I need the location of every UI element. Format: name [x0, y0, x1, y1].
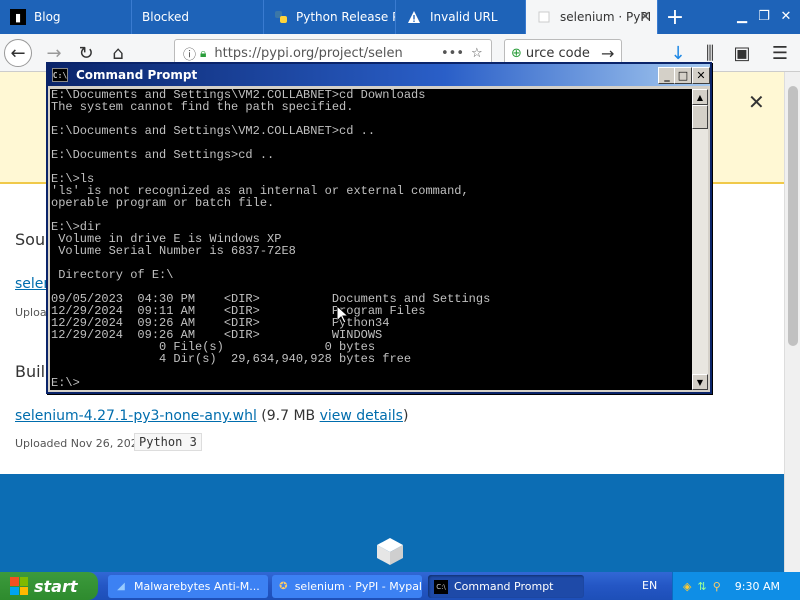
system-tray: ◈ ⇅ ⚲ 9:30 AM — [672, 572, 800, 600]
taskbar: start ◢ Malwarebytes Anti-M... ✪ seleniu… — [0, 572, 800, 600]
clock[interactable]: 9:30 AM — [735, 580, 780, 593]
arrow-left-icon: ← — [10, 42, 26, 64]
section-heading-built: Buil — [15, 362, 46, 381]
windows-logo-icon — [10, 577, 28, 595]
lock-icon: 🔒︎ — [200, 45, 207, 60]
tab-python-release[interactable]: Python Release Py — [264, 0, 396, 34]
new-tab-button[interactable]: + — [663, 2, 687, 32]
url-text: https://pypi.org/project/selen — [214, 45, 403, 61]
close-tab-icon[interactable]: ✕ — [639, 9, 651, 25]
console-scrollbar-thumb[interactable] — [692, 105, 708, 129]
hamburger-menu-icon: ☰ — [771, 42, 789, 64]
tray-shield-icon[interactable]: ◈ — [683, 580, 691, 593]
console-text: E:\Documents and Settings\VM2.COLLABNET>… — [51, 89, 491, 390]
desktop: ▮ Blog Blocked Python Release Py Invalid… — [0, 0, 800, 600]
terminal-icon: ▮ — [10, 9, 26, 25]
bookmark-star-icon[interactable]: ☆ — [471, 46, 483, 61]
restore-window-button[interactable]: ❐ — [754, 6, 774, 26]
search-go-icon[interactable]: → — [601, 44, 614, 63]
wheel-file-row: selenium-4.27.1-py3-none-any.whl (9.7 MB… — [15, 408, 408, 424]
task-label: selenium · PyPI - Mypal — [294, 580, 422, 593]
pypi-logo-icon — [377, 538, 403, 565]
tab-label: Blog — [34, 10, 61, 24]
warning-icon — [406, 9, 422, 25]
arrow-right-icon: → — [46, 42, 62, 64]
start-button[interactable]: start — [0, 572, 98, 600]
console-output[interactable]: E:\Documents and Settings\VM2.COLLABNET>… — [50, 89, 692, 390]
python-version-tag: Python 3 — [134, 433, 202, 451]
page-actions-icon[interactable]: ••• — [441, 46, 464, 61]
cmd-title: Command Prompt — [76, 68, 198, 82]
command-prompt-window[interactable]: C:\ Command Prompt _ □ ✕ E:\Documents an… — [46, 62, 712, 394]
sidebar-icon: ▣ — [733, 42, 751, 64]
page-footer — [0, 474, 784, 572]
close-window-button[interactable]: ✕ — [776, 6, 796, 26]
source-file-link[interactable]: seler — [15, 276, 49, 292]
cmd-icon: C:\ — [52, 68, 68, 82]
scroll-up-arrow-icon[interactable]: ▲ — [692, 89, 708, 105]
wheel-file-link[interactable]: selenium-4.27.1-py3-none-any.whl — [15, 408, 257, 424]
tab-label: Invalid URL — [430, 10, 498, 24]
wheel-size-close: ) — [402, 408, 409, 424]
python-icon — [274, 9, 288, 25]
view-details-link[interactable]: view details — [320, 408, 403, 424]
cmd-title-bar[interactable]: C:\ Command Prompt _ □ ✕ — [48, 64, 710, 86]
taskbar-item-command-prompt[interactable]: C:\ Command Prompt — [428, 575, 584, 598]
taskbar-item-mypal[interactable]: ✪ selenium · PyPI - Mypal — [272, 575, 422, 598]
page-scrollbar[interactable] — [784, 72, 800, 572]
library-icon: ⫼ — [705, 42, 715, 64]
download-arrow-icon: ↓ — [670, 42, 686, 64]
reload-icon: ↻ — [78, 42, 94, 64]
menu-button[interactable]: ☰ — [766, 39, 794, 67]
wheel-upload-date: Uploaded Nov 26, 2024 — [15, 437, 145, 450]
browser-tab-bar: ▮ Blog Blocked Python Release Py Invalid… — [0, 0, 800, 34]
mypal-browser-icon: ✪ — [279, 581, 288, 592]
source-upload-date: Uploa — [15, 306, 47, 319]
info-icon[interactable]: ⓘ — [183, 44, 196, 63]
console-scrollbar[interactable]: ▲ ▼ — [692, 89, 708, 390]
section-heading-source: Sou — [15, 230, 46, 249]
task-label: Command Prompt — [454, 580, 554, 593]
tab-label: Blocked — [142, 10, 190, 24]
taskbar-item-malwarebytes[interactable]: ◢ Malwarebytes Anti-M... — [108, 575, 268, 598]
wheel-size: (9.7 MB — [261, 408, 320, 424]
cmd-maximize-button[interactable]: □ — [674, 67, 692, 84]
tab-blog[interactable]: ▮ Blog — [0, 0, 132, 34]
tab-label: selenium · PyPI — [560, 10, 652, 24]
cmd-icon: C:\ — [434, 579, 448, 594]
search-text: urce code — [525, 45, 590, 61]
mouse-cursor-icon — [337, 306, 349, 324]
tray-network-icon[interactable]: ⇅ — [697, 580, 706, 593]
tray-search-icon[interactable]: ⚲ — [713, 580, 721, 593]
back-button[interactable]: ← — [4, 39, 32, 67]
minimize-window-button[interactable]: ▁ — [732, 6, 752, 26]
close-banner-icon[interactable]: ✕ — [748, 90, 765, 114]
tab-blocked[interactable]: Blocked — [132, 0, 264, 34]
malwarebytes-icon: ◢ — [117, 581, 125, 592]
tab-label: Python Release Py — [296, 10, 396, 24]
cmd-close-button[interactable]: ✕ — [692, 67, 710, 84]
pypi-icon — [536, 9, 552, 25]
tab-invalid-url[interactable]: Invalid URL — [396, 0, 526, 34]
home-icon: ⌂ — [112, 42, 124, 64]
start-label: start — [34, 576, 78, 596]
sidebar-button[interactable]: ▣ — [728, 39, 756, 67]
language-indicator[interactable]: EN — [642, 579, 657, 592]
task-label: Malwarebytes Anti-M... — [134, 580, 260, 593]
tab-selenium-pypi[interactable]: selenium · PyPI ✕ — [526, 0, 658, 34]
scroll-down-arrow-icon[interactable]: ▼ — [692, 374, 708, 390]
search-engine-icon: ⊕ — [511, 45, 522, 61]
page-scrollbar-thumb[interactable] — [788, 86, 798, 346]
